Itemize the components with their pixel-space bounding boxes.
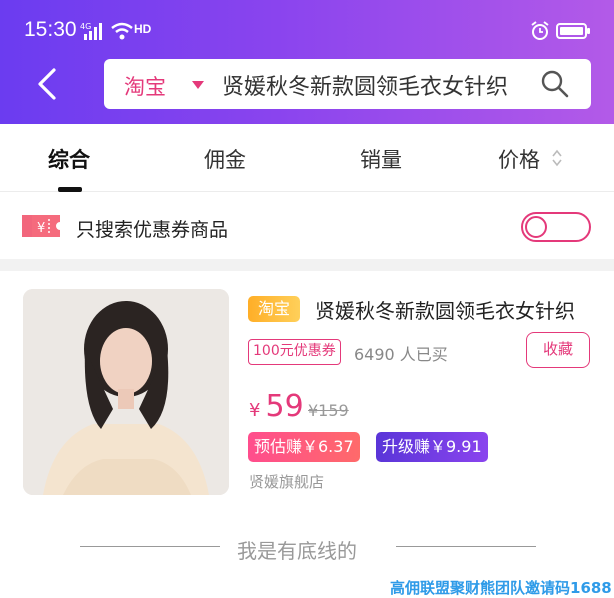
product-title[interactable]: 贤媛秋冬新款圆领毛衣女针织 xyxy=(315,295,600,324)
tab-comprehensive[interactable]: 综合 xyxy=(48,144,90,174)
original-price: ¥159 xyxy=(308,401,349,420)
coupon-badge: 100元优惠券 xyxy=(248,339,341,365)
divider-left xyxy=(80,546,220,547)
alarm-icon xyxy=(531,21,549,40)
end-of-list-text: 我是有底线的 xyxy=(237,539,357,563)
tab-commission[interactable]: 佣金 xyxy=(204,144,246,174)
network-hd-label: HD xyxy=(134,22,152,36)
svg-text:4G: 4G xyxy=(80,22,91,31)
signal-icon: 4G xyxy=(80,22,102,40)
sort-tabs: 综合 佣金 销量 价格 xyxy=(0,124,614,192)
price-value: 59 xyxy=(265,389,304,424)
section-divider xyxy=(0,259,614,271)
coupon-filter-toggle[interactable] xyxy=(521,212,591,242)
shop-name: 贤媛旗舰店 xyxy=(249,473,325,491)
estimated-earn-badge: 预估赚￥6.37 xyxy=(248,432,360,462)
tab-indicator xyxy=(58,187,82,192)
sold-count: 6490 人已买 xyxy=(354,345,448,364)
divider-right xyxy=(396,546,536,547)
chevron-down-icon[interactable] xyxy=(192,81,204,89)
status-bar: 15:30 4G HD xyxy=(0,0,614,56)
search-input[interactable]: 贤媛秋冬新款圆领毛衣女针织 xyxy=(222,69,522,101)
current-price: ¥ 59 xyxy=(249,389,304,424)
toggle-knob xyxy=(525,216,547,238)
search-bar[interactable]: 淘宝 贤媛秋冬新款圆领毛衣女针织 xyxy=(104,59,591,109)
svg-text:¥: ¥ xyxy=(37,221,45,236)
tab-sales[interactable]: 销量 xyxy=(360,144,402,174)
sort-icon[interactable] xyxy=(551,148,563,168)
coupon-icon: ¥ xyxy=(22,215,60,237)
platform-badge: 淘宝 xyxy=(248,296,300,322)
battery-icon xyxy=(556,23,590,39)
coupon-filter-label: 只搜索优惠券商品 xyxy=(76,219,229,241)
tab-price[interactable]: 价格 xyxy=(498,144,540,174)
wifi-icon xyxy=(111,22,133,40)
currency-symbol: ¥ xyxy=(249,400,261,421)
upgrade-earn-badge[interactable]: 升级赚￥9.91 xyxy=(376,432,488,462)
product-card[interactable]: 淘宝 贤媛秋冬新款圆领毛衣女针织 100元优惠券 6490 人已买 收藏 ¥ 5… xyxy=(0,271,614,511)
back-arrow-icon[interactable] xyxy=(28,62,68,106)
search-icon[interactable] xyxy=(540,69,570,99)
platform-selector[interactable]: 淘宝 xyxy=(124,71,166,101)
favorite-button[interactable]: 收藏 xyxy=(526,332,590,368)
product-image[interactable] xyxy=(23,289,229,495)
coupon-filter-row: ¥ 只搜索优惠券商品 xyxy=(0,193,614,259)
app-header: 15:30 4G HD 淘宝 贤媛秋冬新款圆领毛衣女针织 xyxy=(0,0,614,124)
status-time: 15:30 xyxy=(24,18,77,41)
